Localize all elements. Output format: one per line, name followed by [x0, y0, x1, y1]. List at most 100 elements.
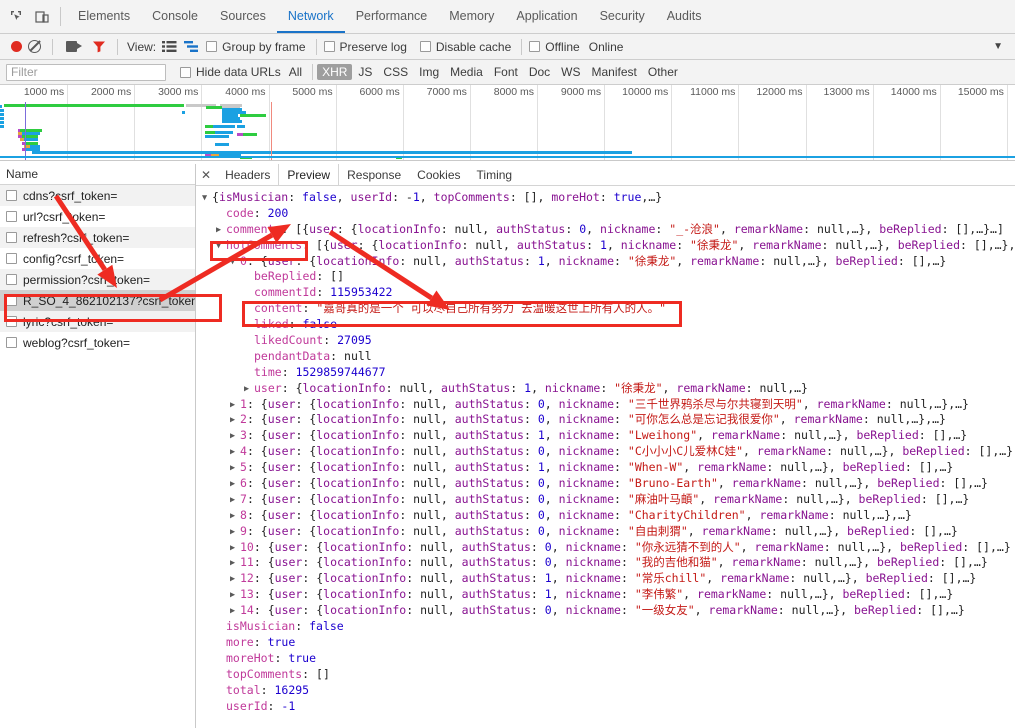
request-row[interactable]: weblog?csrf_token=	[0, 332, 195, 353]
json-row[interactable]: ▸moreHot: true	[202, 651, 1015, 667]
disclosure-triangle-icon[interactable]: ▼	[216, 239, 226, 255]
request-row[interactable]: cdns?csrf_token=	[0, 185, 195, 206]
json-row[interactable]: ▼ {isMusician: false, userId: -1, topComm…	[202, 190, 1015, 206]
json-row[interactable]: ▼ 0: {user: {locationInfo: null, authStat…	[202, 254, 1015, 270]
json-row[interactable]: ▸time: 1529859744677	[202, 365, 1015, 381]
filter-type-xhr[interactable]: XHR	[317, 64, 353, 80]
preserve-log-checkbox[interactable]: Preserve log	[323, 40, 407, 54]
close-icon[interactable]: ✕	[196, 164, 217, 185]
disclosure-triangle-icon[interactable]: ▸	[244, 350, 254, 366]
tab-audits[interactable]: Audits	[656, 0, 713, 33]
disclosure-triangle-icon[interactable]: ▶	[230, 509, 240, 525]
list-view-icon[interactable]	[162, 40, 177, 53]
request-row[interactable]: url?csrf_token=	[0, 206, 195, 227]
json-row[interactable]: ▶ 1: {user: {locationInfo: null, authStat…	[202, 397, 1015, 413]
checkbox-box[interactable]	[419, 41, 431, 52]
filter-type-font[interactable]: Font	[489, 64, 523, 80]
disclosure-triangle-icon[interactable]: ▸	[216, 700, 226, 716]
disclosure-triangle-icon[interactable]: ▶	[230, 556, 240, 572]
checkbox-box[interactable]	[529, 41, 541, 52]
filter-type-css[interactable]: CSS	[378, 64, 413, 80]
tab-preview[interactable]: Preview	[278, 164, 340, 185]
disclosure-triangle-icon[interactable]: ▸	[216, 684, 226, 700]
tab-elements[interactable]: Elements	[67, 0, 141, 33]
disclosure-triangle-icon[interactable]: ▸	[216, 620, 226, 636]
request-row-checkbox[interactable]	[6, 274, 17, 285]
disclosure-triangle-icon[interactable]: ▸	[244, 318, 254, 334]
disclosure-triangle-icon[interactable]: ▶	[230, 604, 240, 620]
record-button[interactable]	[11, 41, 22, 52]
filter-type-media[interactable]: Media	[445, 64, 488, 80]
request-row[interactable]: permission?csrf_token=	[0, 269, 195, 290]
disclosure-triangle-icon[interactable]: ▶	[230, 445, 240, 461]
request-row-checkbox[interactable]	[6, 295, 17, 306]
json-row[interactable]: ▸content: "嘉哥真的是一个 可以尽自己所有努力 去温暖这世上所有人的人…	[202, 301, 1015, 317]
offline-checkbox[interactable]: Offline	[529, 40, 580, 54]
disclosure-triangle-icon[interactable]: ▶	[230, 429, 240, 445]
json-row[interactable]: ▶ 6: {user: {locationInfo: null, authStat…	[202, 476, 1015, 492]
filter-type-manifest[interactable]: Manifest	[587, 64, 642, 80]
checkbox-box[interactable]	[206, 41, 218, 52]
disclosure-triangle-icon[interactable]: ▸	[216, 636, 226, 652]
json-row[interactable]: ▼ hotComments: [{user: {locationInfo: nul…	[202, 238, 1015, 254]
request-row-checkbox[interactable]	[6, 316, 17, 327]
disclosure-triangle-icon[interactable]: ▼	[202, 191, 212, 207]
json-row[interactable]: ▸pendantData: null	[202, 349, 1015, 365]
tab-console[interactable]: Console	[141, 0, 209, 33]
json-row[interactable]: ▸isMusician: false	[202, 619, 1015, 635]
json-row[interactable]: ▶ 13: {user: {locationInfo: null, authSta…	[202, 587, 1015, 603]
request-row-checkbox[interactable]	[6, 211, 17, 222]
preview-json-tree[interactable]: ▼ {isMusician: false, userId: -1, topComm…	[196, 186, 1015, 728]
json-row[interactable]: ▶ user: {locationInfo: null, authStatus: …	[202, 381, 1015, 397]
disclosure-triangle-icon[interactable]: ▶	[230, 541, 240, 557]
disclosure-triangle-icon[interactable]: ▶	[230, 525, 240, 541]
filter-type-other[interactable]: Other	[643, 64, 683, 80]
tab-timing[interactable]: Timing	[469, 164, 521, 185]
camera-icon[interactable]	[66, 41, 82, 52]
request-row-checkbox[interactable]	[6, 190, 17, 201]
disclosure-triangle-icon[interactable]: ▸	[244, 286, 254, 302]
tab-cookies[interactable]: Cookies	[409, 164, 468, 185]
disclosure-triangle-icon[interactable]: ▶	[244, 382, 254, 398]
json-row[interactable]: ▶ 9: {user: {locationInfo: null, authStat…	[202, 524, 1015, 540]
json-row[interactable]: ▸code: 200	[202, 206, 1015, 222]
json-row[interactable]: ▶ 5: {user: {locationInfo: null, authStat…	[202, 460, 1015, 476]
disclosure-triangle-icon[interactable]: ▼	[230, 255, 240, 271]
json-row[interactable]: ▶ 4: {user: {locationInfo: null, authStat…	[202, 444, 1015, 460]
disclosure-triangle-icon[interactable]: ▸	[244, 302, 254, 318]
disclosure-triangle-icon[interactable]: ▶	[230, 588, 240, 604]
request-row[interactable]: config?csrf_token=	[0, 248, 195, 269]
tab-security[interactable]: Security	[589, 0, 656, 33]
tab-application[interactable]: Application	[505, 0, 588, 33]
disclosure-triangle-icon[interactable]: ▸	[216, 652, 226, 668]
json-row[interactable]: ▶ 14: {user: {locationInfo: null, authSta…	[202, 603, 1015, 619]
group-by-frame-checkbox[interactable]: Group by frame	[206, 40, 306, 54]
disclosure-triangle-icon[interactable]: ▶	[230, 493, 240, 509]
filter-type-img[interactable]: Img	[414, 64, 444, 80]
tab-response[interactable]: Response	[339, 164, 409, 185]
json-row[interactable]: ▶ comments: [{user: {locationInfo: null, …	[202, 222, 1015, 238]
tab-network[interactable]: Network	[276, 0, 345, 33]
json-row[interactable]: ▸more: true	[202, 635, 1015, 651]
request-row[interactable]: refresh?csrf_token=	[0, 227, 195, 248]
request-row[interactable]: lyric?csrf_token=	[0, 311, 195, 332]
disclosure-triangle-icon[interactable]: ▶	[230, 398, 240, 414]
disclosure-triangle-icon[interactable]: ▶	[216, 223, 226, 239]
json-row[interactable]: ▸liked: false	[202, 317, 1015, 333]
disclosure-triangle-icon[interactable]: ▶	[230, 461, 240, 477]
json-row[interactable]: ▸beReplied: []	[202, 269, 1015, 285]
disclosure-triangle-icon[interactable]: ▶	[230, 477, 240, 493]
json-row[interactable]: ▶ 11: {user: {locationInfo: null, authSta…	[202, 555, 1015, 571]
waterfall-view-icon[interactable]	[184, 40, 199, 53]
filter-input[interactable]	[6, 63, 166, 81]
filter-type-all[interactable]: All	[284, 64, 307, 80]
disclosure-triangle-icon[interactable]: ▸	[244, 270, 254, 286]
network-overview[interactable]: 1000 ms 2000 ms 3000 ms 4000 ms 5000 ms 6000 …	[0, 85, 1015, 161]
json-row[interactable]: ▶ 12: {user: {locationInfo: null, authSta…	[202, 571, 1015, 587]
device-toolbar-icon[interactable]	[34, 9, 50, 25]
funnel-icon[interactable]	[92, 40, 106, 53]
disclosure-triangle-icon[interactable]: ▸	[216, 668, 226, 684]
filter-type-js[interactable]: JS	[353, 64, 377, 80]
tab-headers[interactable]: Headers	[217, 164, 278, 185]
tab-memory[interactable]: Memory	[438, 0, 505, 33]
